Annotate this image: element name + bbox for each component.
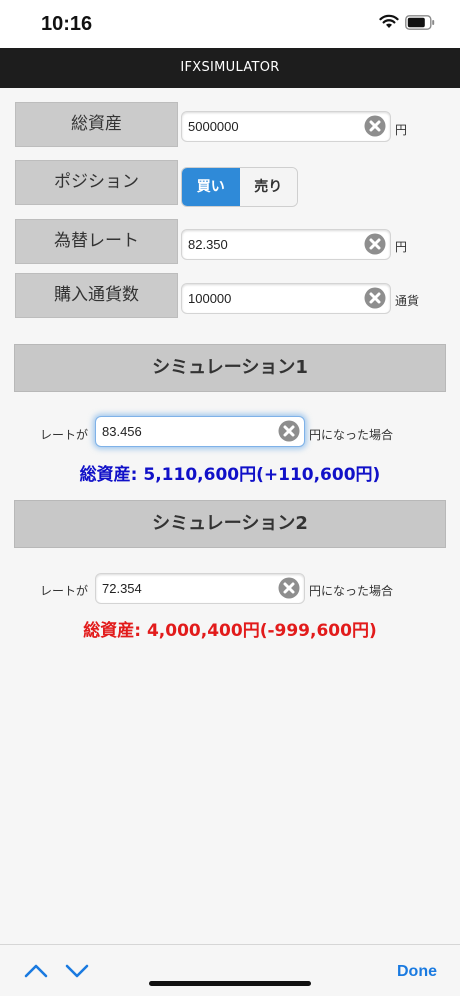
battery-icon: [405, 15, 435, 30]
total-assets-value: 5000000: [188, 119, 239, 134]
simulation1-prefix: レートが: [40, 428, 89, 442]
rate-label: 為替レート: [15, 219, 178, 264]
simulation2-rate-input[interactable]: 72.354: [95, 573, 305, 604]
simulation2-prefix: レートが: [40, 584, 89, 598]
simulation1-result: 総資産: 5,110,600円(+110,600円): [79, 465, 381, 485]
rate-input[interactable]: 82.350: [181, 229, 391, 260]
keyboard-toolbar: Done: [0, 944, 460, 996]
clear-icon[interactable]: [364, 287, 386, 309]
amount-label: 購入通貨数: [15, 273, 178, 318]
position-segmented-control: 買い 売り: [181, 167, 298, 207]
chevron-up-icon[interactable]: [24, 963, 48, 979]
rate-unit: 円: [395, 240, 408, 254]
app-header-title: IFXSIMULATOR: [0, 48, 460, 88]
total-assets-input[interactable]: 5000000: [181, 111, 391, 142]
clear-icon[interactable]: [364, 233, 386, 255]
amount-unit: 通貨: [395, 294, 420, 308]
clear-icon[interactable]: [278, 577, 300, 599]
chevron-down-icon[interactable]: [65, 963, 89, 979]
simulation2-rate-value: 72.354: [102, 581, 142, 596]
buy-button[interactable]: 買い: [182, 168, 240, 206]
total-assets-unit: 円: [395, 123, 408, 137]
simulation1-header: シミュレーション1: [14, 344, 446, 392]
simulation2-header: シミュレーション2: [14, 500, 446, 548]
amount-value: 100000: [188, 291, 232, 306]
simulation1-rate-input[interactable]: 83.456: [95, 416, 305, 447]
wifi-icon: [379, 14, 399, 28]
simulation2-result: 総資産: 4,000,400円(-999,600円): [83, 621, 377, 641]
status-bar: 10:16: [0, 0, 460, 48]
total-assets-label: 総資産: [15, 102, 178, 147]
simulation2-suffix: 円になった場合: [309, 584, 394, 598]
sell-button[interactable]: 売り: [239, 168, 297, 206]
home-indicator: [149, 981, 311, 986]
rate-value: 82.350: [188, 237, 228, 252]
simulation1-suffix: 円になった場合: [309, 428, 394, 442]
amount-input[interactable]: 100000: [181, 283, 391, 314]
clear-icon[interactable]: [364, 115, 386, 137]
clear-icon[interactable]: [278, 420, 300, 442]
simulation1-rate-value: 83.456: [102, 424, 142, 439]
status-time: 10:16: [41, 13, 93, 35]
position-label: ポジション: [15, 160, 178, 205]
done-button[interactable]: Done: [397, 963, 437, 981]
